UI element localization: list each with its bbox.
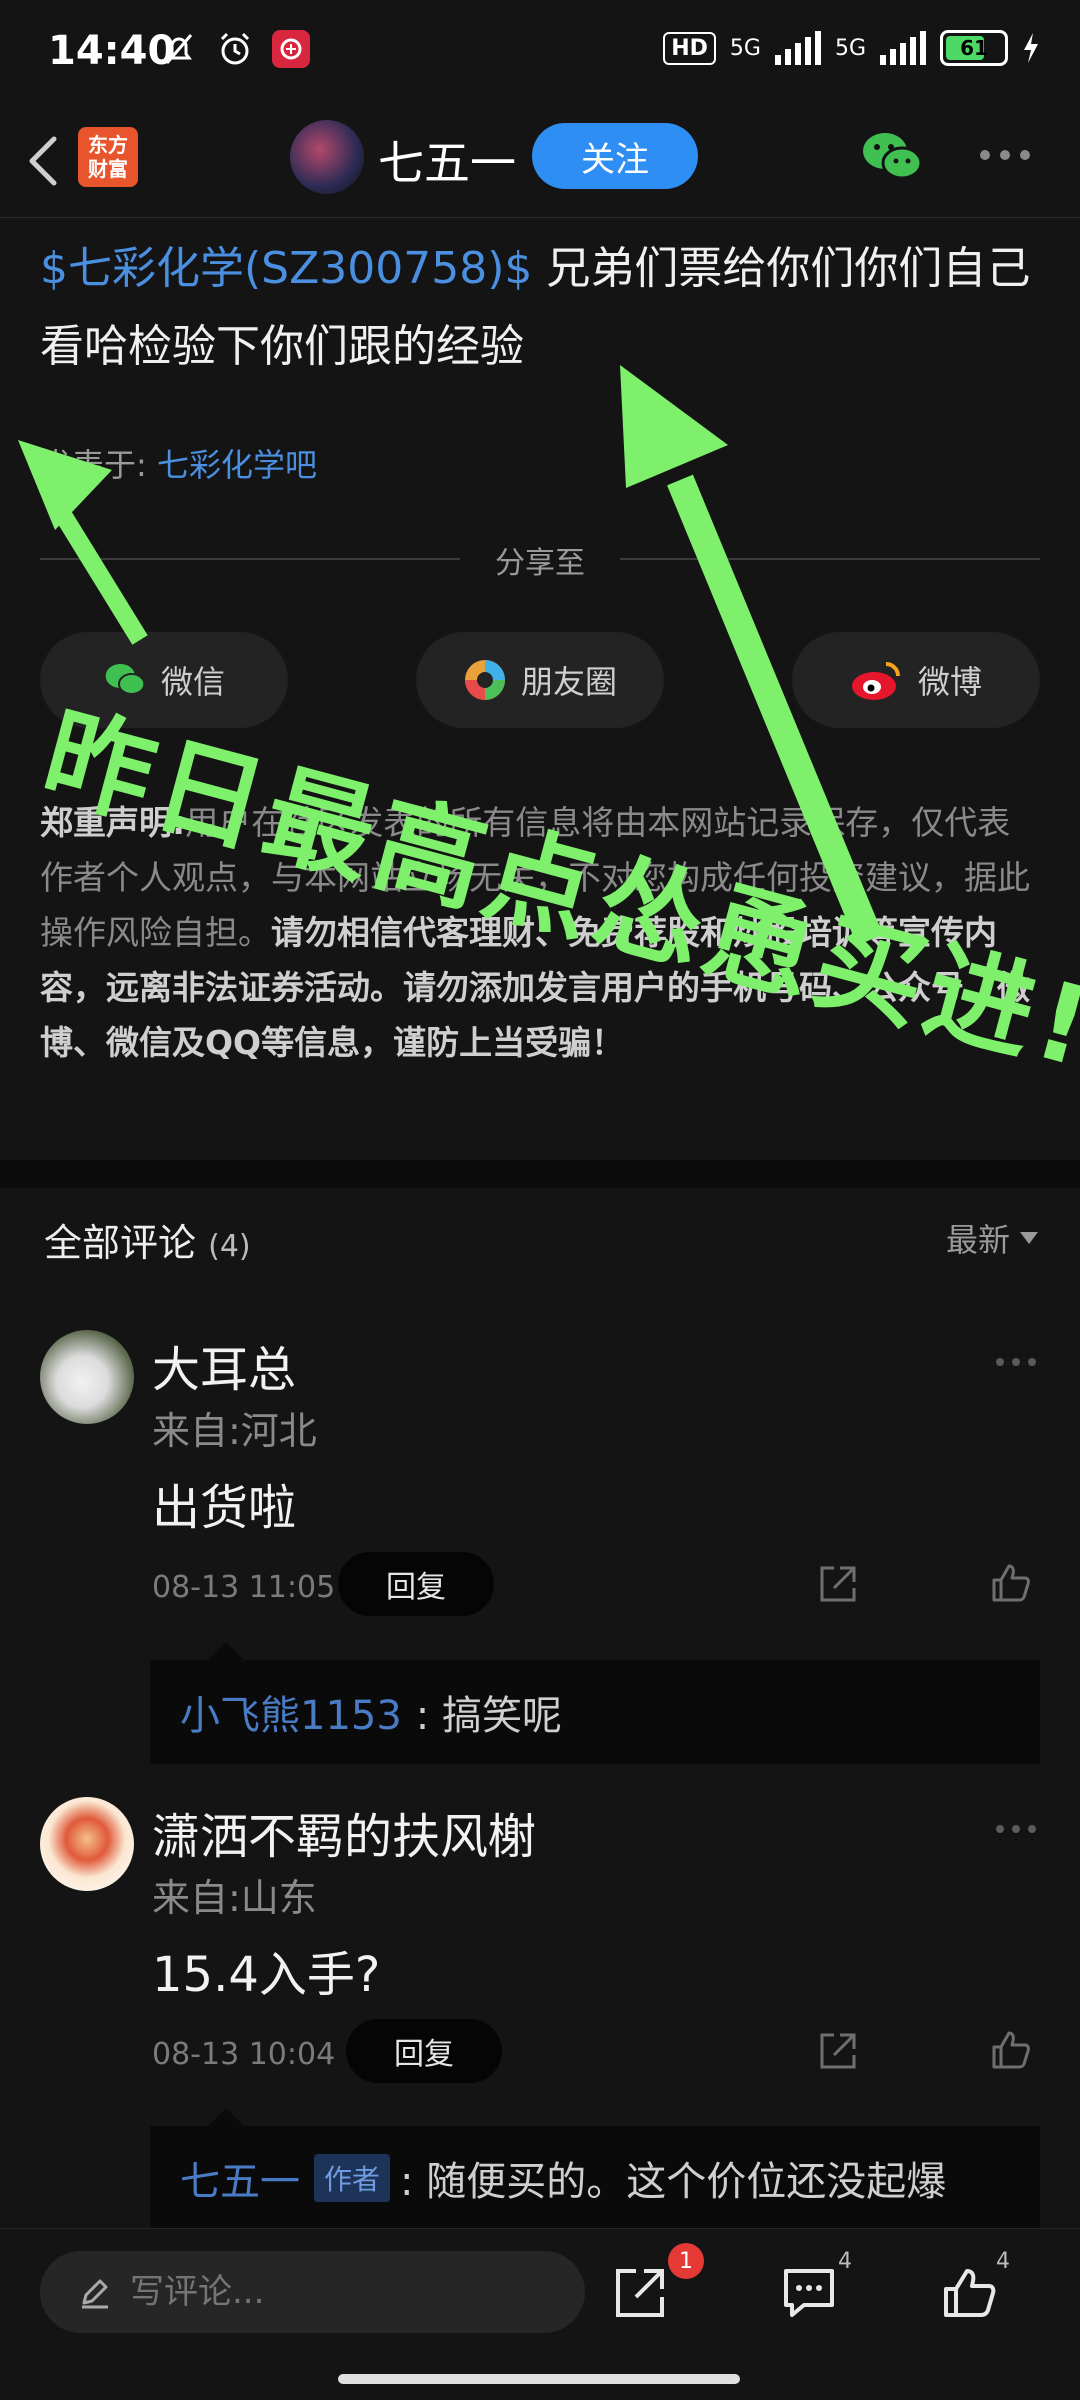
comment-body: 15.4入手?	[152, 1947, 381, 2003]
status-left-icons	[160, 30, 310, 68]
reply-text: : 随便买的。这个价位还没起爆	[400, 2159, 947, 2205]
post-content: $七彩化学(SZ300758)$ 兄弟们票给你们你们自己看哈检验下你们跟的经验	[40, 230, 1040, 386]
follow-button[interactable]: 关注	[532, 123, 698, 189]
wechat-share-icon[interactable]	[860, 127, 924, 187]
like-icon[interactable]	[988, 1560, 1032, 1604]
comment-time: 08-13 10:04	[152, 2037, 336, 2072]
status-bar: 14:40 HD 5G 5G 61	[0, 0, 1080, 105]
comment-more-icon[interactable]	[996, 1825, 1036, 1833]
status-right-icons: HD 5G 5G 61	[663, 30, 1040, 66]
reply-quote[interactable]: 小飞熊1153 : 搞笑呢	[150, 1660, 1040, 1764]
hd-icon: HD	[663, 31, 716, 65]
network-label-1: 5G	[729, 35, 761, 61]
section-separator	[0, 1160, 1080, 1188]
comment-time: 08-13 11:05	[152, 1570, 336, 1605]
signal-icon	[774, 31, 821, 65]
comment-icon[interactable]	[780, 2263, 838, 2321]
commenter-location: 来自:河北	[152, 1409, 317, 1453]
share-divider: 分享至	[40, 530, 1040, 581]
back-icon[interactable]	[20, 133, 70, 189]
commenter-name[interactable]: 潇洒不羁的扶风榭	[152, 1797, 536, 1867]
stock-link[interactable]: $七彩化学(SZ300758)$	[40, 243, 532, 294]
reply-quote[interactable]: 七五一 作者 : 随便买的。这个价位还没起爆	[150, 2126, 1040, 2230]
share-title: 分享至	[495, 546, 585, 581]
reply-author[interactable]: 小飞熊1153	[180, 1683, 402, 1741]
status-time: 14:40	[48, 28, 176, 74]
moments-icon	[464, 660, 505, 700]
app-logo[interactable]: 东方 财富	[78, 127, 138, 187]
battery-icon: 61	[940, 30, 1008, 66]
top-nav: 东方 财富 七五一 关注	[0, 105, 1080, 218]
network-label-2: 5G	[834, 35, 866, 61]
reply-button[interactable]: 回复	[338, 1552, 494, 1616]
quote-notch	[208, 2108, 244, 2126]
bar-link[interactable]: 七彩化学吧	[157, 446, 317, 484]
quote-notch	[208, 1642, 244, 1660]
published-in: 发表于: 七彩化学吧	[40, 446, 317, 484]
commenter-avatar[interactable]	[40, 1797, 134, 1891]
commenter-location: 来自:山东	[152, 1876, 317, 1920]
comment-more-icon[interactable]	[996, 1358, 1036, 1366]
commenter-name[interactable]: 大耳总	[152, 1330, 296, 1400]
bottom-action-bar: 1 4 4	[0, 2228, 1080, 2351]
author-badge: 作者	[314, 2154, 391, 2202]
comment-body: 出货啦	[152, 1480, 297, 1536]
comments-header: 全部评论 (4)	[44, 1221, 251, 1265]
weibo-icon	[851, 662, 900, 700]
reply-text: : 搞笑呢	[415, 1693, 562, 1739]
signal-icon-2	[880, 31, 926, 65]
like-icon[interactable]	[988, 2027, 1032, 2071]
sort-dropdown[interactable]: 最新	[946, 1215, 1038, 1261]
bank-app-icon	[272, 30, 310, 68]
reply-button[interactable]: 回复	[346, 2019, 502, 2083]
commenter-avatar[interactable]	[40, 1330, 134, 1424]
share-comment-icon[interactable]	[816, 1562, 860, 1606]
more-options-icon[interactable]	[980, 150, 1030, 160]
share-weibo-button[interactable]: 微博	[792, 632, 1040, 728]
charging-icon	[1024, 33, 1038, 63]
chevron-down-icon	[1020, 1232, 1038, 1244]
author-avatar[interactable]	[290, 120, 364, 194]
home-indicator[interactable]	[338, 2374, 740, 2384]
share-comment-icon[interactable]	[816, 2029, 860, 2073]
comment-count: 4	[838, 2249, 852, 2274]
comments-count: (4)	[208, 1229, 251, 1264]
like-post-icon[interactable]	[940, 2263, 998, 2321]
share-badge: 1	[668, 2243, 704, 2279]
reply-author[interactable]: 七五一	[180, 2149, 300, 2207]
write-comment-input[interactable]	[40, 2251, 585, 2333]
mute-bell-icon	[165, 34, 193, 64]
alarm-icon	[220, 32, 250, 65]
share-moments-button[interactable]: 朋友圈	[416, 632, 664, 728]
author-name[interactable]: 七五一	[378, 127, 516, 193]
pencil-icon	[82, 2279, 108, 2309]
like-count: 4	[996, 2249, 1010, 2274]
share-post-icon[interactable]	[612, 2263, 670, 2321]
